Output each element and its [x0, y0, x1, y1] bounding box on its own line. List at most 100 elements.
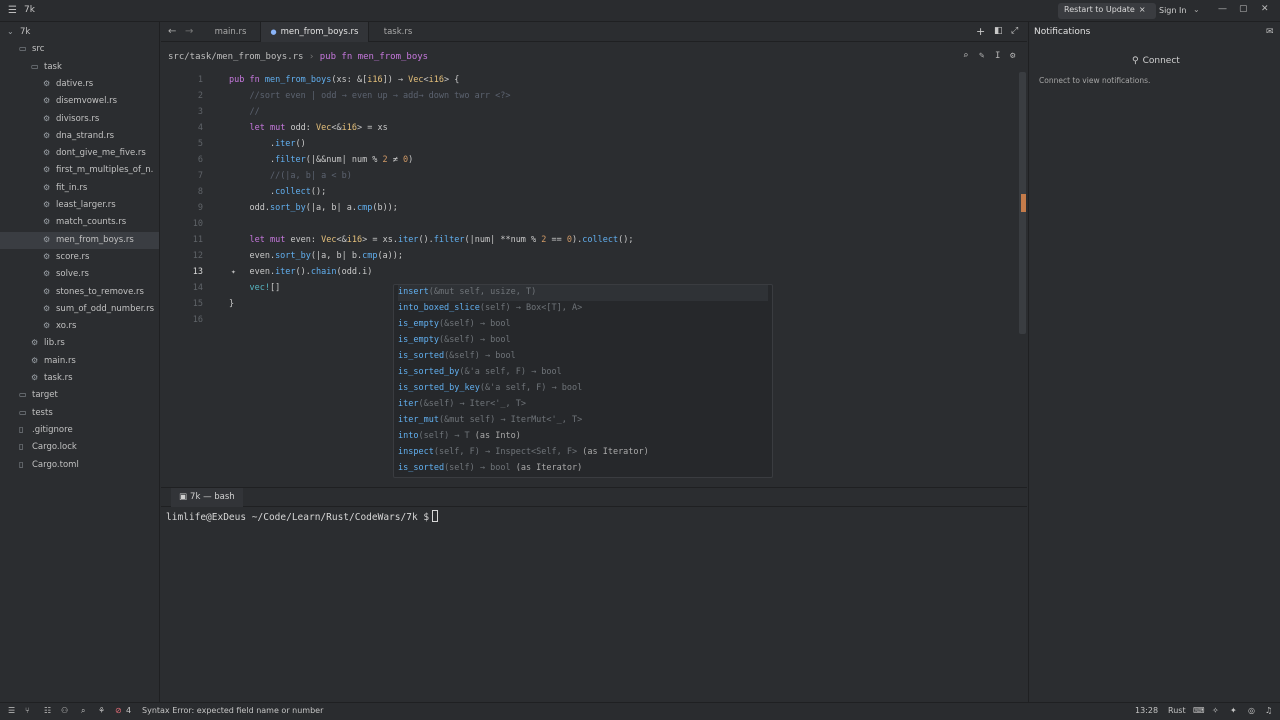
- code-line[interactable]: let mut even: Vec<&i16> = xs.iter().filt…: [229, 235, 633, 245]
- feedback-icon[interactable]: ◎: [1248, 706, 1255, 715]
- tab-main-rs[interactable]: main.rs: [201, 22, 260, 42]
- sidebar-toggle-icon[interactable]: ☰: [8, 706, 15, 715]
- close-window-icon[interactable]: ✕: [1261, 4, 1269, 14]
- tree-item[interactable]: ⚙ solve.rs: [0, 266, 159, 283]
- tree-item[interactable]: ⚙ dna_strand.rs: [0, 128, 159, 145]
- menu-icon[interactable]: ☰: [8, 5, 17, 16]
- tree-item[interactable]: ▭ tests: [0, 405, 159, 422]
- code-line[interactable]: .iter(): [229, 139, 306, 149]
- keyboard-icon[interactable]: ⌨: [1193, 706, 1205, 715]
- collab-icon[interactable]: ☷: [44, 706, 51, 715]
- error-icon[interactable]: ⊘: [115, 706, 122, 715]
- git-icon[interactable]: ⑂: [25, 706, 30, 715]
- tree-item[interactable]: ⚙ least_larger.rs: [0, 197, 159, 214]
- code-line[interactable]: pub fn men_from_boys(xs: &[i16]) → Vec<i…: [229, 75, 459, 85]
- completion-item[interactable]: into(self) → T (as Into): [398, 429, 768, 445]
- completion-item[interactable]: into_boxed_slice(self) → Box<[T], A>: [398, 301, 768, 317]
- completion-item[interactable]: is_sorted(&self) → bool: [398, 349, 768, 365]
- completion-item[interactable]: iter(&self) → Iter<'_, T>: [398, 397, 768, 413]
- tree-item-label: task: [44, 61, 62, 72]
- code-line[interactable]: even.iter().chain(odd.i): [229, 267, 372, 277]
- close-icon[interactable]: ×: [1139, 5, 1146, 14]
- connect-button[interactable]: ⚲ Connect: [1132, 56, 1180, 66]
- cursor-icon[interactable]: I: [995, 51, 1000, 61]
- settings-icon[interactable]: ⚙: [1010, 51, 1015, 61]
- mail-icon[interactable]: ✉: [1266, 27, 1274, 37]
- tab-men-from-boys-rs[interactable]: ● men_from_boys.rs: [260, 22, 369, 42]
- code-line[interactable]: even.sort_by(|a, b| b.cmp(a));: [229, 251, 403, 261]
- tree-item[interactable]: ▭ task: [0, 59, 159, 76]
- code-line[interactable]: odd.sort_by(|a, b| a.cmp(b));: [229, 203, 397, 213]
- tree-item-label: score.rs: [56, 251, 90, 262]
- tree-item[interactable]: ⚙ sum_of_odd_number.rs: [0, 301, 159, 318]
- rust-file-icon: ⚙: [43, 113, 51, 123]
- tree-item[interactable]: ⚙ divisors.rs: [0, 111, 159, 128]
- code-line[interactable]: .collect();: [229, 187, 326, 197]
- completion-item[interactable]: is_empty(&self) → bool: [398, 317, 768, 333]
- code-line[interactable]: //sort even | odd → even up → add→ down …: [229, 91, 510, 101]
- completion-item[interactable]: is_sorted(self) → bool (as Iterator): [398, 461, 768, 477]
- search-icon[interactable]: ⌕: [81, 706, 85, 716]
- code-line[interactable]: //: [229, 107, 259, 117]
- tab-task-rs[interactable]: task.rs: [369, 22, 427, 42]
- debug-icon[interactable]: ⚘: [98, 706, 105, 715]
- chevron-down-icon[interactable]: ⌄: [1193, 5, 1200, 14]
- people-icon[interactable]: ⚇: [61, 706, 68, 715]
- sign-in-button[interactable]: Sign In: [1159, 6, 1186, 15]
- completion-item[interactable]: is_sorted_by_key(&'a self, F) → bool: [398, 381, 768, 397]
- tree-item[interactable]: ▯ .gitignore: [0, 422, 159, 439]
- tree-item[interactable]: ⚙ dative.rs: [0, 76, 159, 93]
- search-icon[interactable]: ⌕: [963, 51, 968, 61]
- notifications-icon[interactable]: ♫: [1265, 706, 1272, 715]
- code-line[interactable]: .filter(|&&num| num % 2 ≠ 0): [229, 155, 413, 165]
- breadcrumb-symbol[interactable]: pub fn men_from_boys: [320, 52, 428, 62]
- language-mode[interactable]: Rust: [1168, 706, 1186, 715]
- tree-item[interactable]: ▭ target: [0, 387, 159, 404]
- tree-item[interactable]: ⚙ fit_in.rs: [0, 180, 159, 197]
- tree-item[interactable]: ▯ Cargo.toml: [0, 457, 159, 474]
- expand-icon[interactable]: ⤢: [1011, 26, 1018, 36]
- minimize-icon[interactable]: —: [1218, 4, 1227, 14]
- inline-assist-gutter-icon[interactable]: ✦: [231, 267, 236, 276]
- tree-item[interactable]: ⌄ 7k: [0, 24, 159, 41]
- completion-item[interactable]: iter_mut(&mut self) → IterMut<'_, T>: [398, 413, 768, 429]
- completion-item[interactable]: is_sorted_by(&'a self, F) → bool: [398, 365, 768, 381]
- error-count[interactable]: 4: [126, 706, 131, 715]
- forward-icon[interactable]: →: [185, 26, 193, 37]
- breadcrumb-path[interactable]: src/task/men_from_boys.rs: [168, 52, 303, 62]
- code-line[interactable]: //(|a, b| a < b): [229, 171, 352, 181]
- tree-item[interactable]: ⚙ men_from_boys.rs: [0, 231, 159, 249]
- assistant-icon[interactable]: ✦: [1230, 706, 1237, 715]
- code-line[interactable]: }: [229, 299, 234, 309]
- tree-item[interactable]: ⚙ task.rs: [0, 370, 159, 387]
- tree-item[interactable]: ▯ Cargo.lock: [0, 439, 159, 456]
- tree-item[interactable]: ⚙ match_counts.rs: [0, 214, 159, 231]
- completion-item[interactable]: insert(&mut self, usize, T): [398, 285, 768, 301]
- inline-completion-icon[interactable]: ✧: [1212, 706, 1219, 715]
- autocomplete-popup[interactable]: insert(&mut self, usize, T) into_boxed_sl…: [393, 284, 773, 478]
- tree-item[interactable]: ⚙ stones_to_remove.rs: [0, 284, 159, 301]
- back-icon[interactable]: ←: [168, 26, 176, 37]
- new-tab-icon[interactable]: +: [976, 25, 985, 38]
- completion-item[interactable]: inspect(self, F) → Inspect<Self, F> (as …: [398, 445, 768, 461]
- maximize-icon[interactable]: ▢: [1239, 4, 1248, 14]
- tree-item[interactable]: ⚙ first_m_multiples_of_n.: [0, 162, 159, 179]
- tree-item[interactable]: ⚙ lib.rs: [0, 335, 159, 352]
- terminal-tab[interactable]: ▣ 7k — bash: [171, 488, 243, 507]
- status-message[interactable]: Syntax Error: expected field name or num…: [142, 706, 323, 715]
- tree-item[interactable]: ⚙ dont_give_me_five.rs: [0, 145, 159, 162]
- inline-assist-icon[interactable]: ✎: [979, 51, 984, 61]
- tree-item[interactable]: ⚙ score.rs: [0, 249, 159, 266]
- restart-to-update-button[interactable]: Restart to Update ×: [1058, 3, 1156, 19]
- cursor-position[interactable]: 13:28: [1135, 706, 1158, 715]
- project-name[interactable]: 7k: [24, 5, 35, 15]
- tree-item[interactable]: ▭ src: [0, 41, 159, 58]
- tree-item[interactable]: ⚙ main.rs: [0, 353, 159, 370]
- tree-item[interactable]: ⚙ disemvowel.rs: [0, 93, 159, 110]
- completion-item[interactable]: is_empty(&self) → bool: [398, 333, 768, 349]
- tree-item[interactable]: ⚙ xo.rs: [0, 318, 159, 335]
- terminal[interactable]: limlife@ExDeus ~/Code/Learn/Rust/CodeWar…: [161, 508, 1027, 701]
- split-pane-icon[interactable]: ◧: [994, 26, 1003, 36]
- code-line[interactable]: let mut odd: Vec<&i16> = xs: [229, 123, 387, 133]
- code-line[interactable]: vec![]: [229, 283, 280, 293]
